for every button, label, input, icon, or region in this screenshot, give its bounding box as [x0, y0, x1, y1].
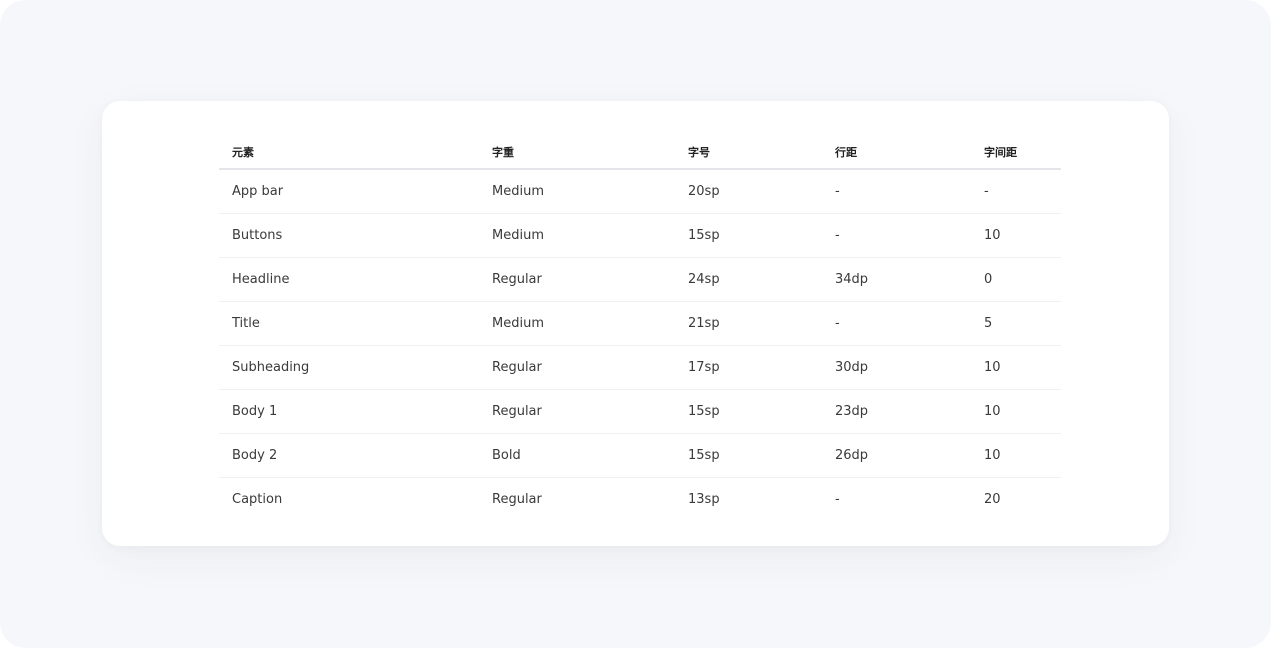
- table-row: Subheading Regular 17sp 30dp 10: [219, 345, 1061, 390]
- cell-font-size: 24sp: [675, 257, 822, 302]
- cell-line-height: -: [822, 169, 971, 214]
- cell-font-weight: Regular: [479, 345, 675, 390]
- cell-font-size: 15sp: [675, 389, 822, 434]
- cell-font-weight: Medium: [479, 213, 675, 258]
- cell-line-height: 26dp: [822, 433, 971, 478]
- cell-letter-spacing: 10: [971, 389, 1061, 434]
- table-header: 元素 字重 字号 行距 字间距: [219, 135, 1061, 170]
- cell-font-size: 17sp: [675, 345, 822, 390]
- cell-element: Buttons: [219, 213, 479, 258]
- cell-line-height: 23dp: [822, 389, 971, 434]
- table-body: App bar Medium 20sp - - Buttons Medium 1…: [219, 169, 1061, 521]
- cell-letter-spacing: 10: [971, 433, 1061, 478]
- cell-letter-spacing: 10: [971, 213, 1061, 258]
- cell-font-weight: Medium: [479, 169, 675, 214]
- cell-font-size: 15sp: [675, 213, 822, 258]
- header-font-size: 字号: [675, 135, 822, 170]
- cell-element: App bar: [219, 169, 479, 214]
- table-row: Headline Regular 24sp 34dp 0: [219, 257, 1061, 302]
- header-font-weight: 字重: [479, 135, 675, 170]
- table-row: Title Medium 21sp - 5: [219, 301, 1061, 346]
- cell-font-size: 20sp: [675, 169, 822, 214]
- cell-letter-spacing: 10: [971, 345, 1061, 390]
- table-row: Body 2 Bold 15sp 26dp 10: [219, 433, 1061, 478]
- typography-table: 元素 字重 字号 行距 字间距 App bar Medium 20sp - - …: [219, 135, 1061, 521]
- cell-font-weight: Regular: [479, 389, 675, 434]
- cell-line-height: -: [822, 213, 971, 258]
- cell-letter-spacing: 20: [984, 492, 1001, 507]
- table-row: App bar Medium 20sp - -: [219, 169, 1061, 214]
- cell-element: Caption: [232, 492, 283, 507]
- cell-font-weight: Regular: [492, 492, 542, 507]
- header-line-height: 行距: [822, 135, 971, 170]
- cell-font-size: 15sp: [675, 433, 822, 478]
- cell-font-weight: Medium: [479, 301, 675, 346]
- cell-font-weight: Bold: [479, 433, 675, 478]
- table-row: Body 1 Regular 15sp 23dp 10: [219, 389, 1061, 434]
- cell-line-height: 34dp: [822, 257, 971, 302]
- cell-element: Subheading: [219, 345, 479, 390]
- cell-letter-spacing: 0: [971, 257, 1061, 302]
- cell-element: Headline: [219, 257, 479, 302]
- cell-line-height: -: [822, 301, 971, 346]
- typography-card: 元素 字重 字号 行距 字间距 App bar Medium 20sp - - …: [102, 101, 1169, 546]
- cell-letter-spacing: 5: [971, 301, 1061, 346]
- table-row: Caption Regular 13sp - 20: [219, 478, 1061, 522]
- cell-letter-spacing: -: [971, 169, 1061, 214]
- cell-line-height: 30dp: [822, 345, 971, 390]
- cell-font-size: 13sp: [688, 492, 720, 507]
- page-background: 元素 字重 字号 行距 字间距 App bar Medium 20sp - - …: [0, 0, 1271, 648]
- cell-element: Body 2: [219, 433, 479, 478]
- cell-line-height: -: [835, 492, 840, 507]
- table-row: Buttons Medium 15sp - 10: [219, 213, 1061, 258]
- cell-font-weight: Regular: [479, 257, 675, 302]
- cell-element: Body 1: [219, 389, 479, 434]
- cell-font-size: 21sp: [675, 301, 822, 346]
- cell-element: Title: [219, 301, 479, 346]
- header-element: 元素: [219, 135, 479, 170]
- header-row: 元素 字重 字号 行距 字间距: [219, 135, 1061, 170]
- header-letter-spacing: 字间距: [971, 135, 1061, 170]
